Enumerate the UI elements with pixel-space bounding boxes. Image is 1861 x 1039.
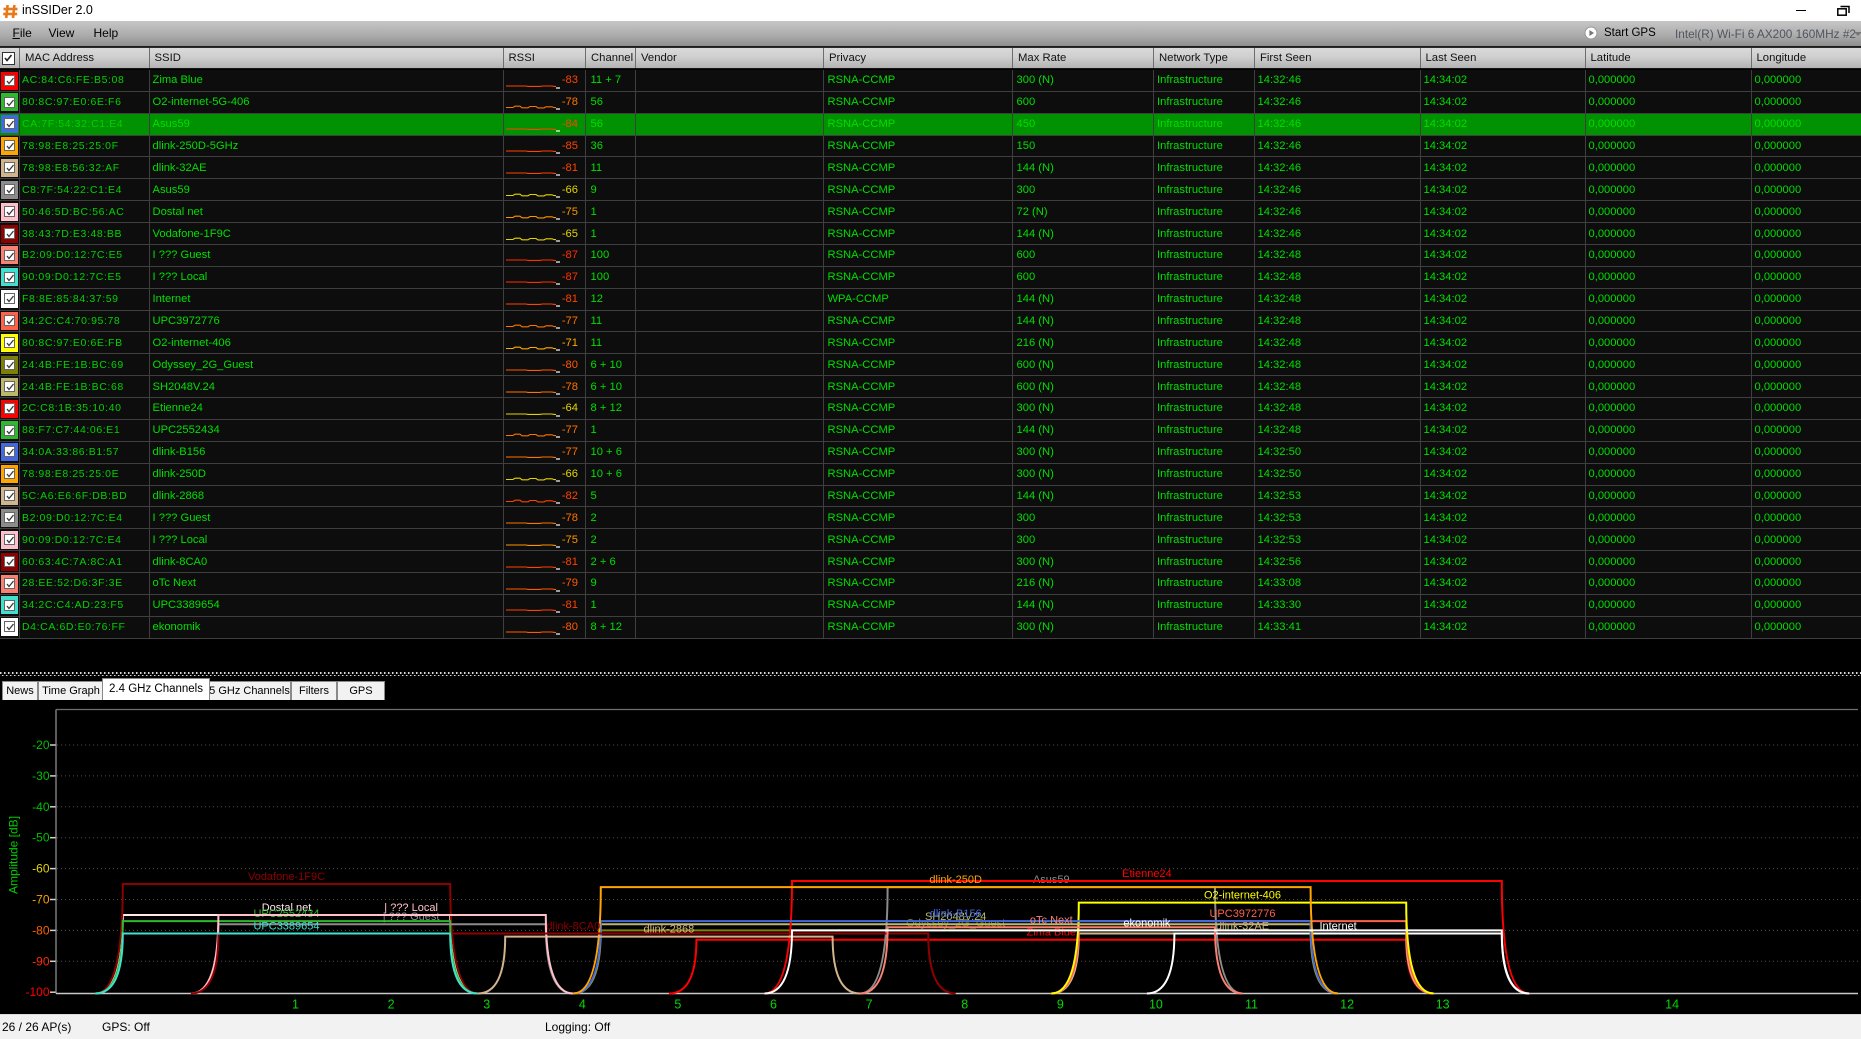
svg-text:3: 3 [483,998,490,1012]
svg-text:7: 7 [866,998,873,1012]
svg-text:13: 13 [1436,998,1450,1012]
svg-text:-30: -30 [32,769,50,783]
svg-text:dlink-8CA0: dlink-8CA0 [546,921,600,933]
svg-text:UPC3972776: UPC3972776 [1209,908,1275,920]
svg-text:-60: -60 [32,862,50,876]
svg-text:Zima Blue: Zima Blue [1027,927,1077,939]
svg-text:9: 9 [1057,998,1064,1012]
svg-text:6: 6 [770,998,777,1012]
svg-text:12: 12 [1340,998,1354,1012]
svg-text:-70: -70 [32,893,50,907]
svg-text:-100: -100 [25,985,49,999]
svg-text:-20: -20 [32,738,50,752]
svg-text:11: 11 [1245,998,1258,1012]
svg-text:2: 2 [388,998,395,1012]
svg-text:-90: -90 [32,954,50,968]
svg-text:14: 14 [1665,998,1679,1012]
svg-text:ekonomik: ekonomik [1123,917,1171,929]
svg-text:-50: -50 [32,831,50,845]
svg-text:Vodafone-1F9C: Vodafone-1F9C [248,871,325,883]
svg-text:Amplitude [dB]: Amplitude [dB] [7,816,21,894]
svg-text:8: 8 [961,998,968,1012]
svg-text:4: 4 [579,998,586,1012]
svg-text:-40: -40 [32,800,50,814]
svg-text:5: 5 [674,998,681,1012]
svg-text:dlink-B156: dlink-B156 [930,908,982,920]
svg-text:dlink-250D: dlink-250D [929,874,982,886]
svg-text:UPC3389654: UPC3389654 [253,921,319,933]
svg-text:1: 1 [292,998,299,1012]
svg-text:oTc Next: oTc Next [1030,914,1073,926]
svg-text:| ??? Local: | ??? Local [384,902,438,914]
svg-text:O2-internet-406: O2-internet-406 [1204,890,1281,902]
svg-text:Etienne24: Etienne24 [1122,868,1172,880]
svg-text:10: 10 [1149,998,1163,1012]
svg-text:-80: -80 [32,923,50,937]
